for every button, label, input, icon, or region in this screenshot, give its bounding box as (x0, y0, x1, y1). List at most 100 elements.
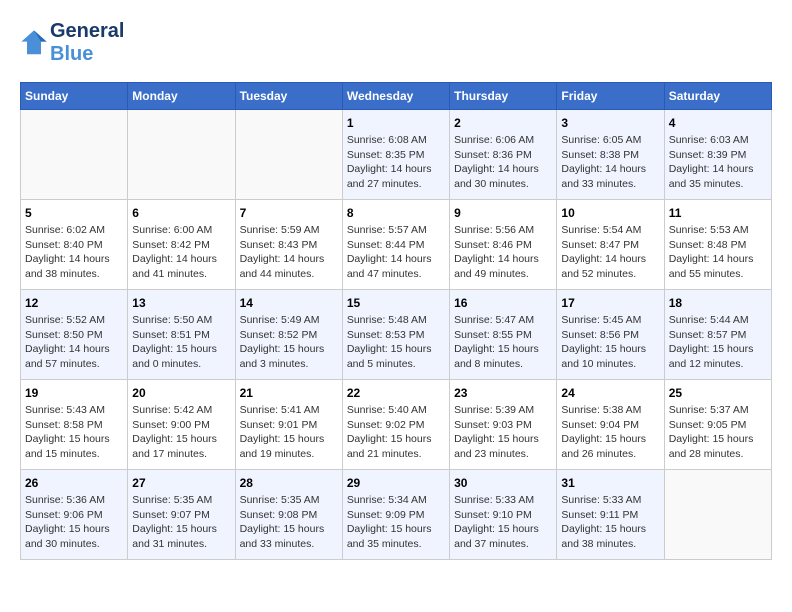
logo-icon (20, 29, 48, 57)
day-info: Sunrise: 5:57 AM Sunset: 8:44 PM Dayligh… (347, 223, 445, 282)
calendar-cell: 22 Sunrise: 5:40 AM Sunset: 9:02 PM Dayli… (342, 380, 449, 470)
day-number: 14 (240, 296, 338, 310)
days-header-row: SundayMondayTuesdayWednesdayThursdayFrid… (21, 83, 772, 110)
logo-text: General Blue (50, 20, 124, 66)
day-info: Sunrise: 6:00 AM Sunset: 8:42 PM Dayligh… (132, 223, 230, 282)
day-header-thursday: Thursday (450, 83, 557, 110)
day-number: 27 (132, 476, 230, 490)
week-row-1: 1Sunrise: 6:08 AM Sunset: 8:35 PM Daylig… (21, 110, 772, 200)
calendar-cell: 21 Sunrise: 5:41 AM Sunset: 9:01 PM Dayli… (235, 380, 342, 470)
day-info: Sunrise: 5:56 AM Sunset: 8:46 PM Dayligh… (454, 223, 552, 282)
day-number: 28 (240, 476, 338, 490)
day-info: Sunrise: 5:44 AM Sunset: 8:57 PM Dayligh… (669, 313, 767, 372)
day-info: Sunrise: 5:42 AM Sunset: 9:00 PM Dayligh… (132, 403, 230, 462)
day-header-saturday: Saturday (664, 83, 771, 110)
calendar-cell (21, 110, 128, 200)
day-number: 19 (25, 386, 123, 400)
day-number: 18 (669, 296, 767, 310)
day-number: 21 (240, 386, 338, 400)
calendar-cell: 31Sunrise: 5:33 AM Sunset: 9:11 PM Dayli… (557, 470, 664, 560)
day-info: Sunrise: 5:40 AM Sunset: 9:02 PM Dayligh… (347, 403, 445, 462)
day-header-monday: Monday (128, 83, 235, 110)
calendar-cell: 20 Sunrise: 5:42 AM Sunset: 9:00 PM Dayli… (128, 380, 235, 470)
day-info: Sunrise: 6:06 AM Sunset: 8:36 PM Dayligh… (454, 133, 552, 192)
calendar-cell: 28 Sunrise: 5:35 AM Sunset: 9:08 PM Dayli… (235, 470, 342, 560)
week-row-3: 12 Sunrise: 5:52 AM Sunset: 8:50 PM Dayli… (21, 290, 772, 380)
day-info: Sunrise: 5:45 AM Sunset: 8:56 PM Dayligh… (561, 313, 659, 372)
day-number: 15 (347, 296, 445, 310)
day-number: 12 (25, 296, 123, 310)
day-info: Sunrise: 5:52 AM Sunset: 8:50 PM Dayligh… (25, 313, 123, 372)
day-header-sunday: Sunday (21, 83, 128, 110)
calendar-cell: 13Sunrise: 5:50 AM Sunset: 8:51 PM Dayli… (128, 290, 235, 380)
day-info: Sunrise: 5:37 AM Sunset: 9:05 PM Dayligh… (669, 403, 767, 462)
day-info: Sunrise: 5:48 AM Sunset: 8:53 PM Dayligh… (347, 313, 445, 372)
page-header: General Blue (20, 20, 772, 66)
day-info: Sunrise: 5:59 AM Sunset: 8:43 PM Dayligh… (240, 223, 338, 282)
day-info: Sunrise: 5:49 AM Sunset: 8:52 PM Dayligh… (240, 313, 338, 372)
logo: General Blue (20, 20, 124, 66)
day-info: Sunrise: 5:43 AM Sunset: 8:58 PM Dayligh… (25, 403, 123, 462)
day-number: 1 (347, 116, 445, 130)
calendar-cell: 17 Sunrise: 5:45 AM Sunset: 8:56 PM Dayli… (557, 290, 664, 380)
calendar-cell: 14 Sunrise: 5:49 AM Sunset: 8:52 PM Dayli… (235, 290, 342, 380)
day-info: Sunrise: 6:03 AM Sunset: 8:39 PM Dayligh… (669, 133, 767, 192)
day-number: 2 (454, 116, 552, 130)
calendar-cell: 18 Sunrise: 5:44 AM Sunset: 8:57 PM Dayli… (664, 290, 771, 380)
day-info: Sunrise: 5:35 AM Sunset: 9:08 PM Dayligh… (240, 493, 338, 552)
week-row-4: 19 Sunrise: 5:43 AM Sunset: 8:58 PM Dayli… (21, 380, 772, 470)
day-info: Sunrise: 5:34 AM Sunset: 9:09 PM Dayligh… (347, 493, 445, 552)
day-number: 31 (561, 476, 659, 490)
calendar-cell: 2 Sunrise: 6:06 AM Sunset: 8:36 PM Daylig… (450, 110, 557, 200)
calendar-cell: 24 Sunrise: 5:38 AM Sunset: 9:04 PM Dayli… (557, 380, 664, 470)
day-number: 13 (132, 296, 230, 310)
calendar-cell: 26Sunrise: 5:36 AM Sunset: 9:06 PM Dayli… (21, 470, 128, 560)
calendar-cell: 9 Sunrise: 5:56 AM Sunset: 8:46 PM Daylig… (450, 200, 557, 290)
day-number: 23 (454, 386, 552, 400)
day-number: 3 (561, 116, 659, 130)
day-info: Sunrise: 5:47 AM Sunset: 8:55 PM Dayligh… (454, 313, 552, 372)
day-header-tuesday: Tuesday (235, 83, 342, 110)
day-number: 29 (347, 476, 445, 490)
day-info: Sunrise: 6:02 AM Sunset: 8:40 PM Dayligh… (25, 223, 123, 282)
day-number: 4 (669, 116, 767, 130)
calendar-cell: 5 Sunrise: 6:02 AM Sunset: 8:40 PM Daylig… (21, 200, 128, 290)
day-header-friday: Friday (557, 83, 664, 110)
calendar-table: SundayMondayTuesdayWednesdayThursdayFrid… (20, 82, 772, 560)
calendar-cell: 10Sunrise: 5:54 AM Sunset: 8:47 PM Dayli… (557, 200, 664, 290)
day-number: 16 (454, 296, 552, 310)
day-info: Sunrise: 5:53 AM Sunset: 8:48 PM Dayligh… (669, 223, 767, 282)
calendar-cell: 25Sunrise: 5:37 AM Sunset: 9:05 PM Dayli… (664, 380, 771, 470)
calendar-cell: 19 Sunrise: 5:43 AM Sunset: 8:58 PM Dayli… (21, 380, 128, 470)
calendar-cell: 1Sunrise: 6:08 AM Sunset: 8:35 PM Daylig… (342, 110, 449, 200)
calendar-cell: 7 Sunrise: 5:59 AM Sunset: 8:43 PM Daylig… (235, 200, 342, 290)
day-number: 22 (347, 386, 445, 400)
day-info: Sunrise: 5:39 AM Sunset: 9:03 PM Dayligh… (454, 403, 552, 462)
calendar-cell: 27Sunrise: 5:35 AM Sunset: 9:07 PM Dayli… (128, 470, 235, 560)
day-number: 24 (561, 386, 659, 400)
calendar-cell: 3Sunrise: 6:05 AM Sunset: 8:38 PM Daylig… (557, 110, 664, 200)
calendar-cell (128, 110, 235, 200)
day-info: Sunrise: 5:38 AM Sunset: 9:04 PM Dayligh… (561, 403, 659, 462)
day-header-wednesday: Wednesday (342, 83, 449, 110)
day-info: Sunrise: 5:33 AM Sunset: 9:10 PM Dayligh… (454, 493, 552, 552)
day-number: 17 (561, 296, 659, 310)
day-number: 20 (132, 386, 230, 400)
week-row-5: 26Sunrise: 5:36 AM Sunset: 9:06 PM Dayli… (21, 470, 772, 560)
calendar-cell (235, 110, 342, 200)
calendar-cell: 8 Sunrise: 5:57 AM Sunset: 8:44 PM Daylig… (342, 200, 449, 290)
calendar-cell: 11 Sunrise: 5:53 AM Sunset: 8:48 PM Dayli… (664, 200, 771, 290)
day-number: 5 (25, 206, 123, 220)
day-info: Sunrise: 5:41 AM Sunset: 9:01 PM Dayligh… (240, 403, 338, 462)
day-number: 7 (240, 206, 338, 220)
day-info: Sunrise: 5:54 AM Sunset: 8:47 PM Dayligh… (561, 223, 659, 282)
calendar-cell: 30 Sunrise: 5:33 AM Sunset: 9:10 PM Dayli… (450, 470, 557, 560)
calendar-cell: 6Sunrise: 6:00 AM Sunset: 8:42 PM Daylig… (128, 200, 235, 290)
day-info: Sunrise: 5:36 AM Sunset: 9:06 PM Dayligh… (25, 493, 123, 552)
calendar-cell: 15 Sunrise: 5:48 AM Sunset: 8:53 PM Dayli… (342, 290, 449, 380)
calendar-cell: 23 Sunrise: 5:39 AM Sunset: 9:03 PM Dayli… (450, 380, 557, 470)
day-number: 11 (669, 206, 767, 220)
day-number: 9 (454, 206, 552, 220)
day-number: 30 (454, 476, 552, 490)
day-number: 8 (347, 206, 445, 220)
